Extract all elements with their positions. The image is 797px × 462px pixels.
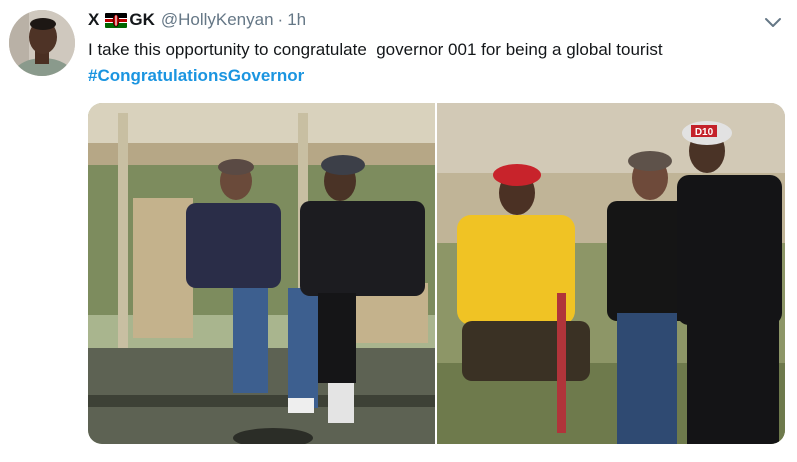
timestamp[interactable]: 1h bbox=[287, 10, 306, 30]
hashtag-link[interactable]: #CongratulationsGovernor bbox=[88, 63, 304, 89]
user-handle[interactable]: @HollyKenyan bbox=[161, 10, 274, 30]
display-name-prefix: X bbox=[88, 10, 100, 29]
chevron-down-icon[interactable] bbox=[763, 12, 783, 32]
media-photo-left[interactable] bbox=[88, 103, 435, 444]
tweet-text: I take this opportunity to congratulate … bbox=[88, 40, 663, 59]
group-photo: D10 bbox=[437, 103, 785, 444]
display-name[interactable]: X GK bbox=[88, 10, 155, 30]
avatar-image bbox=[9, 10, 75, 76]
tweet-header: X GK @HollyKenyan · 1h bbox=[88, 9, 306, 31]
display-name-suffix: GK bbox=[129, 10, 155, 29]
avatar[interactable] bbox=[9, 10, 75, 76]
cap-text: D10 bbox=[695, 127, 714, 138]
safari-vehicle-photo bbox=[88, 103, 435, 444]
kenya-flag-icon bbox=[105, 12, 128, 28]
media-photo-right[interactable]: D10 bbox=[437, 103, 785, 444]
separator-dot: · bbox=[277, 10, 284, 29]
tweet-media[interactable]: D10 bbox=[88, 103, 785, 444]
